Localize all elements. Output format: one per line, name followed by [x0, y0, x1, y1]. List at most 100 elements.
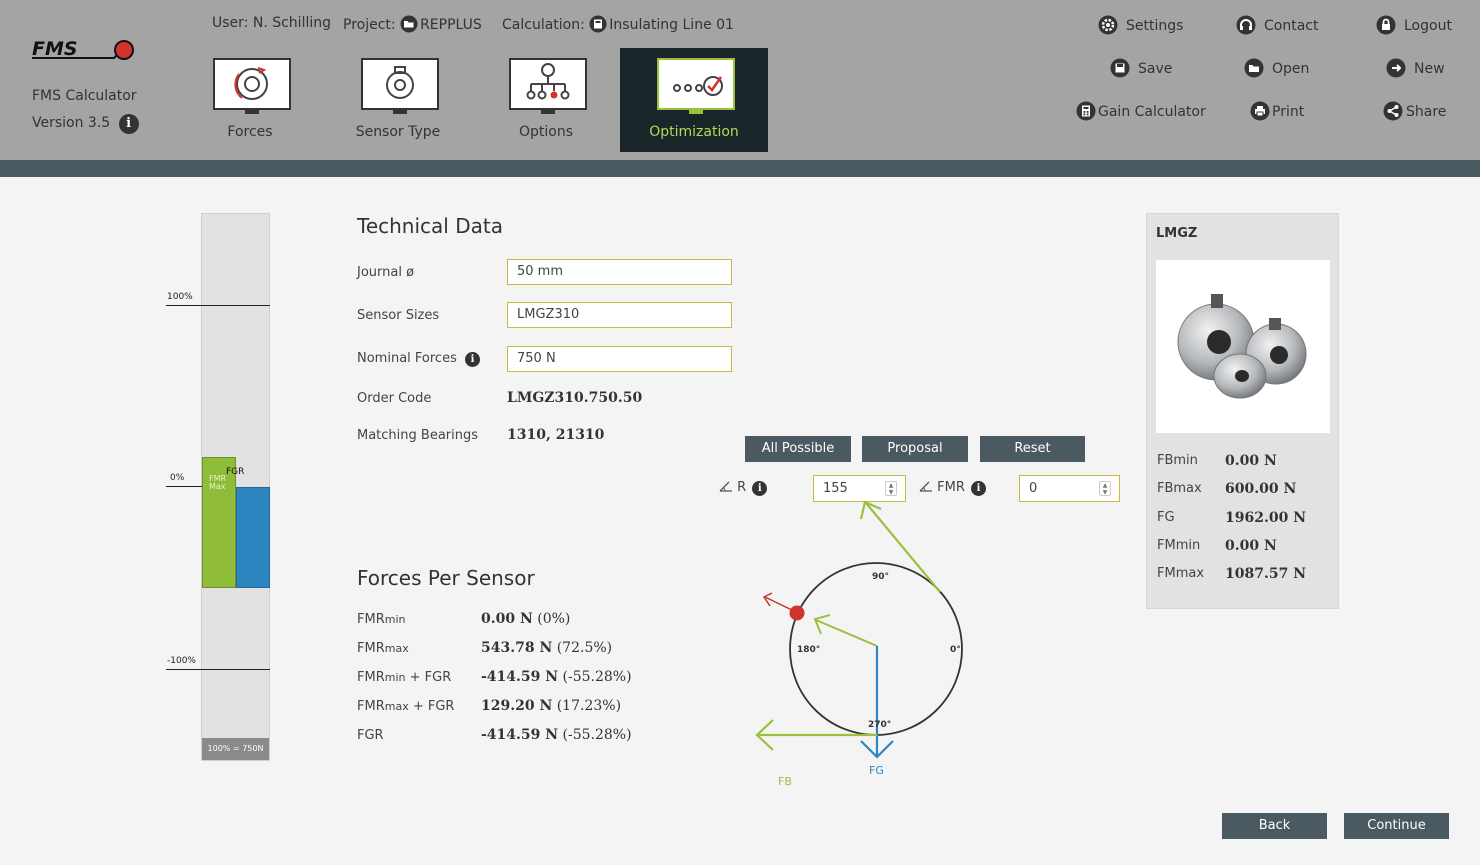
version-info-icon[interactable]: i [118, 114, 139, 134]
options-monitor-icon [509, 58, 587, 110]
sensor-spec-row: FG 1962.00 N [1157, 510, 1306, 526]
fmr-bar-label-b: Max [209, 482, 226, 491]
print-button[interactable]: Print [1250, 101, 1304, 123]
angle-fmr-spinner[interactable]: 0 ▲ ▼ [1019, 475, 1120, 502]
nominal-forces-info-icon[interactable]: i [465, 352, 480, 367]
reset-button[interactable]: Reset [980, 436, 1085, 462]
gear-icon [1098, 15, 1118, 35]
monitor-stand [541, 110, 555, 114]
technical-data-title: Technical Data [357, 214, 503, 238]
angle-icon [919, 481, 932, 492]
gain-calculator-label: Gain Calculator [1098, 104, 1206, 120]
angle-r-value: 155 [823, 481, 848, 496]
gain-calculator-button[interactable]: Gain Calculator [1076, 101, 1206, 123]
spinner-arrows-icon[interactable]: ▲ ▼ [1099, 481, 1111, 496]
save-icon [1110, 58, 1130, 78]
calculation-info[interactable]: Calculation: Insulating Line 01 [502, 15, 734, 33]
share-icon [1383, 101, 1403, 121]
back-button[interactable]: Back [1222, 813, 1327, 839]
save-label: Save [1138, 61, 1173, 77]
tab-sensor-type-label: Sensor Type [355, 124, 441, 140]
deg-270-label: 270° [868, 720, 891, 730]
sensor-sizes-label: Sensor Sizes [357, 308, 440, 323]
sensor-sizes-field[interactable]: LMGZ310 [507, 302, 732, 328]
angle-fmr-info-icon[interactable]: i [971, 481, 987, 496]
open-button[interactable]: Open [1244, 58, 1309, 80]
gauge-label-minus100: -100% [167, 656, 196, 666]
matching-bearings-label: Matching Bearings [357, 428, 479, 443]
tab-options[interactable]: Options [472, 48, 620, 152]
gauge-line-100 [166, 305, 270, 306]
gauge-line-0 [166, 486, 202, 487]
deg-90-label: 90° [872, 572, 889, 582]
force-row-label: FGR [357, 728, 384, 743]
print-label: Print [1272, 104, 1305, 120]
save-button[interactable]: Save [1110, 58, 1172, 80]
gauge-label-0: 0% [170, 473, 185, 483]
share-label: Share [1406, 104, 1447, 120]
force-row-value: -414.59 N (-55.28%) [481, 669, 632, 685]
tab-options-label: Options [518, 124, 574, 140]
deg-180-label: 180° [797, 645, 820, 655]
deg-0-label: 0° [950, 645, 961, 655]
proposal-button[interactable]: Proposal [862, 436, 968, 462]
fg-label: FG [869, 764, 884, 777]
all-possible-button[interactable]: All Possible [745, 436, 851, 462]
user-label: User: [212, 15, 249, 31]
roller-handle[interactable] [789, 605, 805, 621]
monitor-stand [393, 110, 407, 114]
project-info[interactable]: Project: REPPLUS [343, 15, 482, 33]
nominal-forces-label: Nominal Forces [357, 351, 457, 366]
header-stripe [0, 160, 1480, 177]
contact-button[interactable]: Contact [1236, 15, 1318, 37]
sensor-panel: LMGZ FBmin 0.00 N FBmax 600.00 N FG 1962.00… [1146, 213, 1339, 609]
lock-icon [1376, 15, 1396, 35]
project-name: REPPLUS [420, 17, 482, 33]
share-button[interactable]: Share [1383, 101, 1446, 123]
fgr-bar [236, 487, 270, 588]
app-version: Version 3.5 i [32, 114, 139, 134]
nominal-forces-label-wrap: Nominal Forces i [357, 351, 480, 367]
sensor-product-photo [1177, 294, 1307, 399]
tab-optimization[interactable]: Optimization [620, 48, 768, 152]
force-row-label: FMRmax + FGR [357, 699, 455, 714]
logout-button[interactable]: Logout [1376, 15, 1452, 37]
journal-field[interactable]: 50 mm [507, 259, 732, 285]
tab-forces[interactable]: Forces [176, 48, 324, 152]
angle-fmr-label-wrap: FMR i [919, 480, 987, 496]
monitor-stand [689, 110, 703, 114]
spinner-arrows-icon[interactable]: ▲ ▼ [885, 481, 897, 496]
angle-r-info-icon[interactable]: i [752, 481, 768, 496]
version-text: Version 3.5 [32, 115, 111, 131]
force-gauge: FMR Max FGR 100% = 750N [201, 213, 270, 761]
angle-icon [719, 481, 732, 492]
settings-label: Settings [1126, 18, 1184, 34]
user-name: N. Schilling [252, 15, 331, 31]
logout-label: Logout [1404, 18, 1452, 34]
force-row-label: FMRmax [357, 641, 409, 656]
tab-forces-label: Forces [227, 124, 273, 140]
folder-open-icon [1244, 58, 1264, 78]
open-label: Open [1272, 61, 1310, 77]
fb-label: FB [778, 775, 792, 788]
matching-bearings-value: 1310, 21310 [507, 427, 605, 443]
settings-button[interactable]: Settings [1098, 15, 1183, 37]
calc-label: Calculation: [502, 17, 585, 33]
nominal-forces-field[interactable]: 750 N [507, 346, 732, 372]
force-diagram: 90° 180° 0° 270° FB FG [755, 500, 963, 788]
journal-label: Journal ø [357, 265, 415, 280]
contact-label: Contact [1264, 18, 1319, 34]
gauge-scale-footer: 100% = 750N [202, 738, 269, 760]
angle-fmr-label: FMR [937, 480, 965, 495]
continue-button[interactable]: Continue [1344, 813, 1449, 839]
tab-optimization-label: Optimization [649, 124, 739, 140]
sensor-image [1156, 260, 1330, 433]
folder-icon [400, 15, 418, 33]
sensor-spec-row: FBmax 600.00 N [1157, 481, 1297, 497]
force-row-value: 129.20 N (17.23%) [481, 698, 622, 714]
new-button[interactable]: New [1386, 58, 1445, 80]
calculator-icon [1076, 101, 1096, 121]
tab-sensor-type[interactable]: Sensor Type [324, 48, 472, 152]
fmr-max-bar-label: FMR Max [209, 475, 226, 491]
headset-icon [1236, 15, 1256, 35]
